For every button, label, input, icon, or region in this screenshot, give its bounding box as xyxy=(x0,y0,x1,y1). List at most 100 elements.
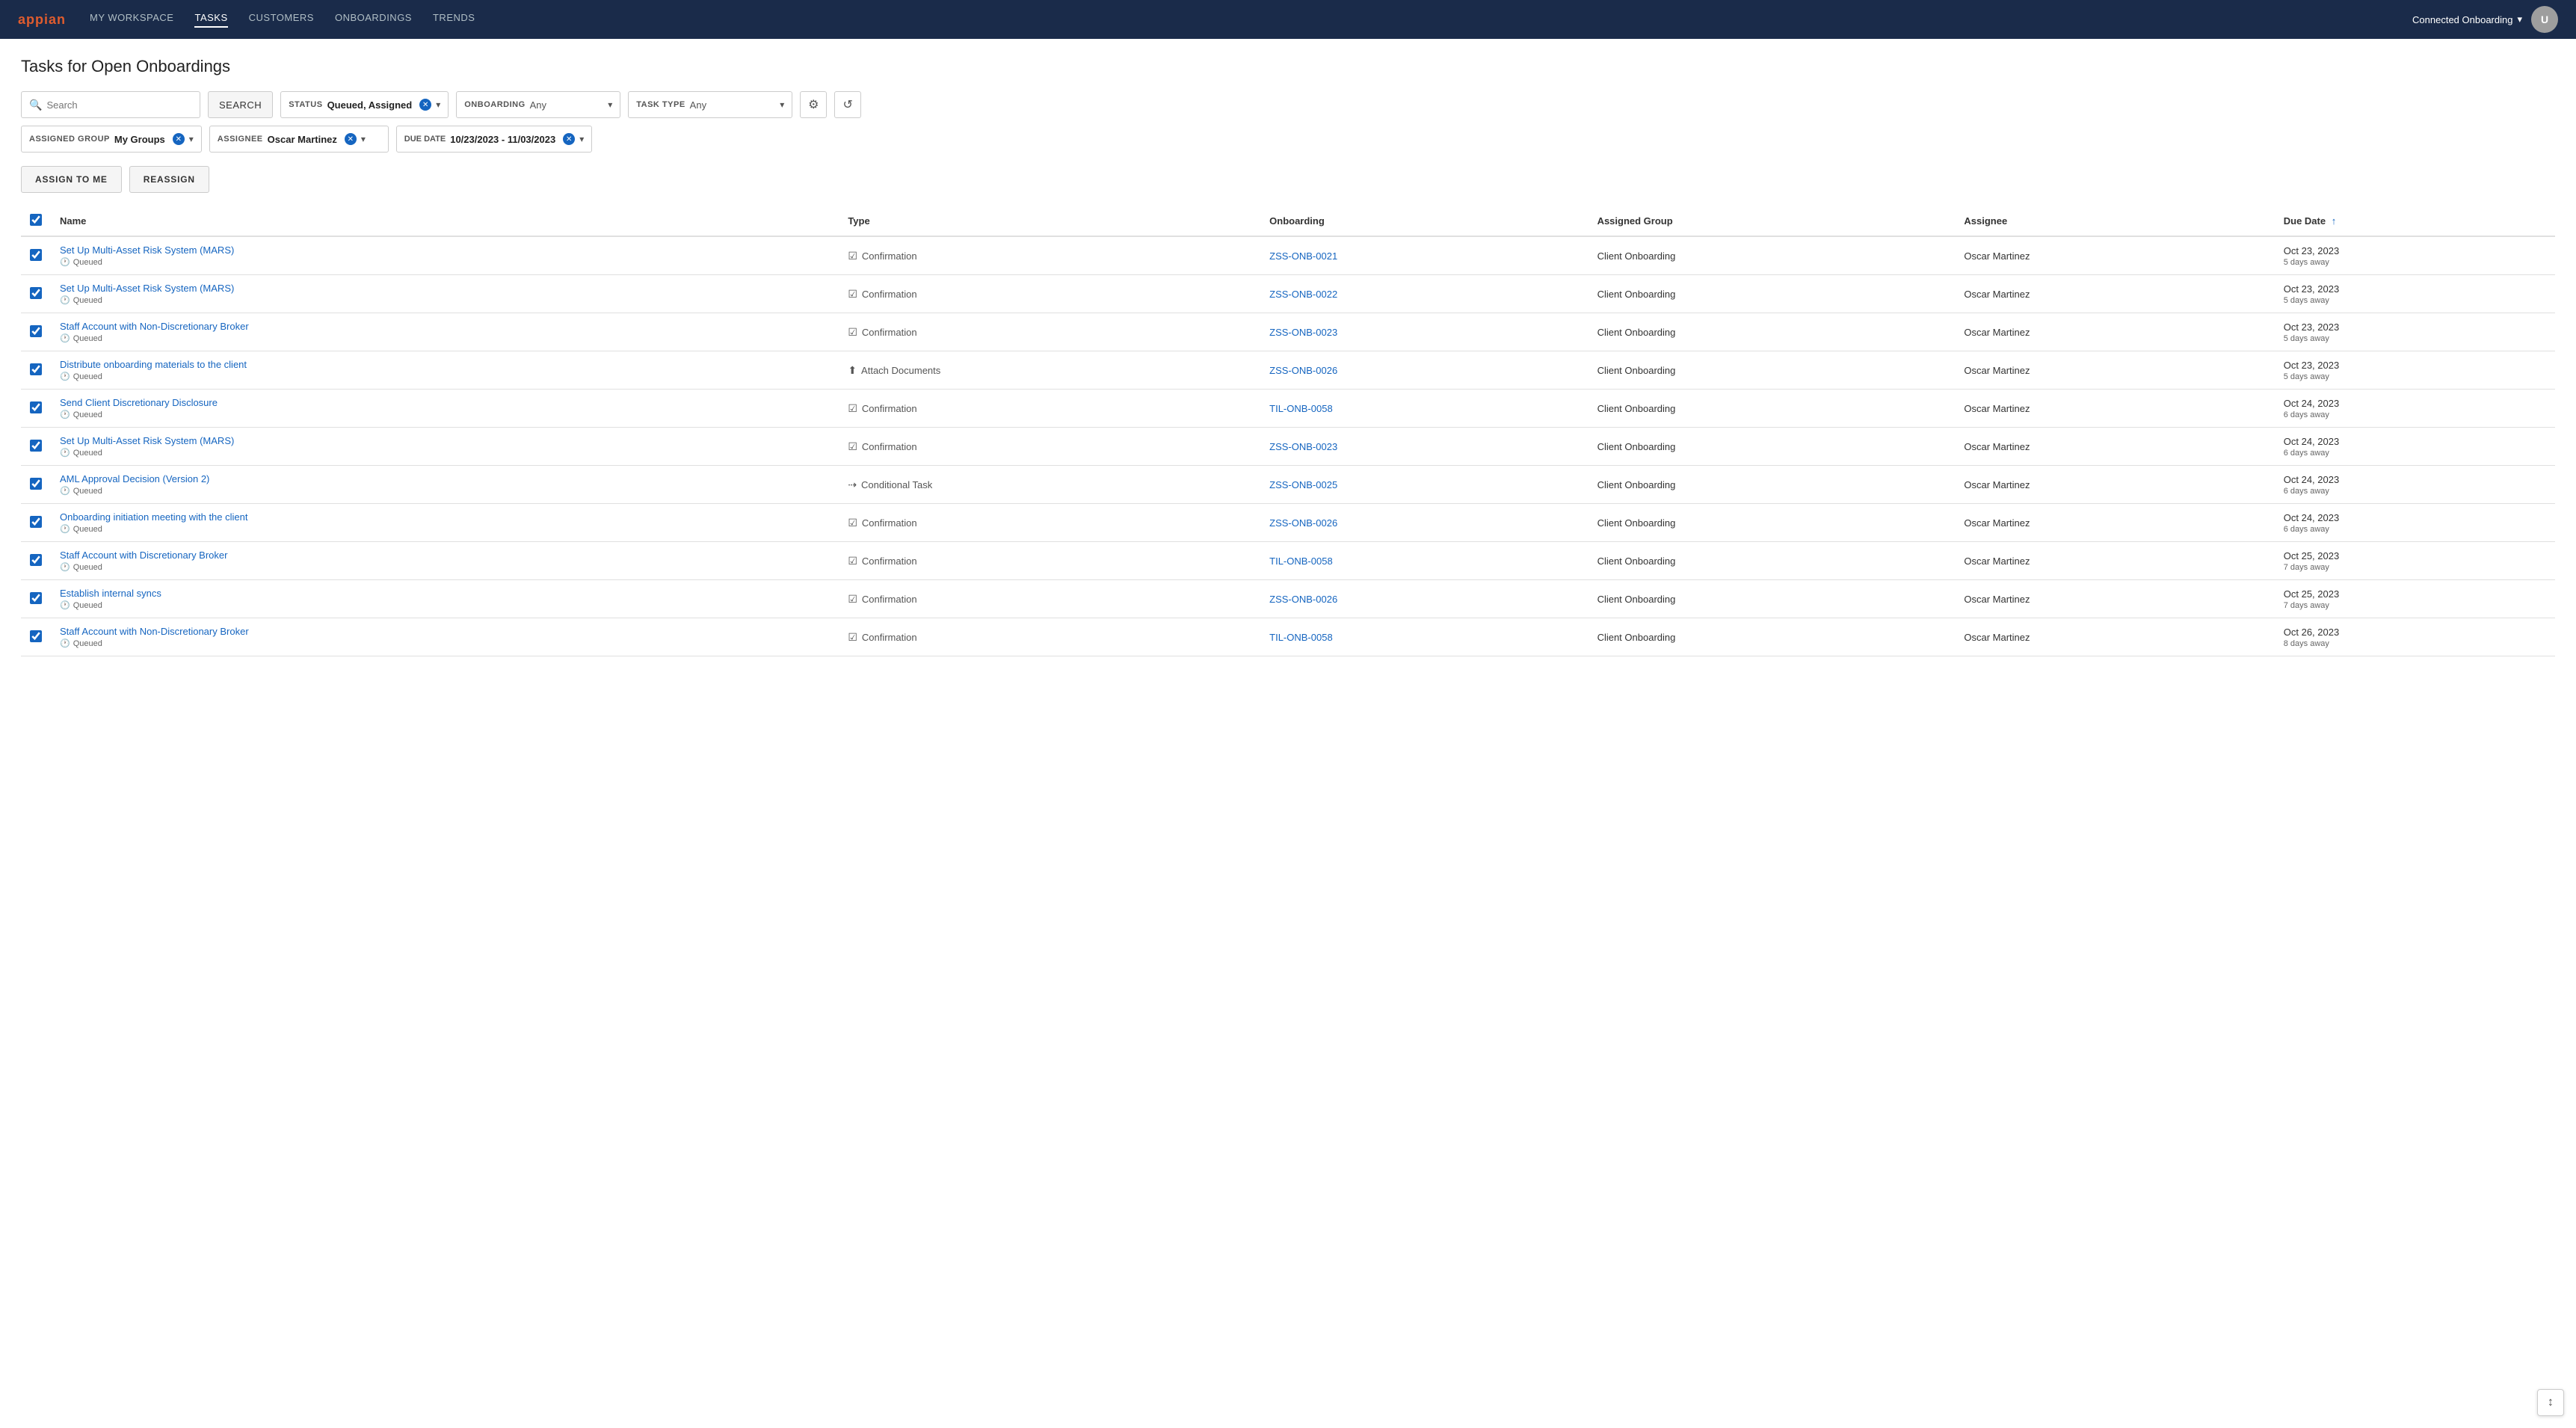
row-checkbox-cell[interactable] xyxy=(21,428,51,466)
assignee-filter[interactable]: ASSIGNEE Oscar Martinez ✕ ▾ xyxy=(209,126,389,153)
row-checkbox-cell[interactable] xyxy=(21,542,51,580)
refresh-icon-button[interactable]: ↺ xyxy=(834,91,861,118)
task-name-link[interactable]: Staff Account with Non-Discretionary Bro… xyxy=(60,321,249,332)
task-name-link[interactable]: Staff Account with Non-Discretionary Bro… xyxy=(60,626,249,637)
select-all-checkbox[interactable] xyxy=(30,214,42,226)
row-checkbox[interactable] xyxy=(30,630,42,642)
task-name-link[interactable]: AML Approval Decision (Version 2) xyxy=(60,473,209,484)
task-type-filter[interactable]: TASK TYPE Any ▾ xyxy=(628,91,792,118)
onboarding-link[interactable]: ZSS-ONB-0025 xyxy=(1269,479,1337,490)
assigned-group-clear[interactable]: ✕ xyxy=(173,133,185,145)
task-name-link[interactable]: Set Up Multi-Asset Risk System (MARS) xyxy=(60,244,234,256)
select-all-header[interactable] xyxy=(21,206,51,236)
row-checkbox-cell[interactable] xyxy=(21,351,51,390)
onboarding-link[interactable]: ZSS-ONB-0026 xyxy=(1269,517,1337,529)
task-name-link[interactable]: Distribute onboarding materials to the c… xyxy=(60,359,247,370)
row-checkbox-cell[interactable] xyxy=(21,618,51,656)
reassign-button[interactable]: REASSIGN xyxy=(129,166,209,193)
task-status-label: Queued xyxy=(73,372,102,381)
task-status: 🕐 Queued xyxy=(60,333,830,343)
search-input[interactable] xyxy=(46,99,181,111)
task-status-label: Queued xyxy=(73,639,102,648)
onboarding-link[interactable]: TIL-ONB-0058 xyxy=(1269,403,1333,414)
row-checkbox[interactable] xyxy=(30,287,42,299)
nav-link-my-workspace[interactable]: MY WORKSPACE xyxy=(90,12,173,28)
nav-link-onboardings[interactable]: ONBOARDINGS xyxy=(335,12,412,28)
row-assignee-cell: Oscar Martinez xyxy=(1955,618,2274,656)
due-date-sub: 6 days away xyxy=(2284,410,2546,419)
task-type-chevron-icon[interactable]: ▾ xyxy=(780,99,784,110)
row-checkbox[interactable] xyxy=(30,401,42,413)
due-date-main: Oct 26, 2023 xyxy=(2284,627,2546,638)
row-checkbox[interactable] xyxy=(30,592,42,604)
status-filter[interactable]: STATUS Queued, Assigned ✕ ▾ xyxy=(280,91,449,118)
clock-icon: 🕐 xyxy=(60,410,70,419)
row-checkbox[interactable] xyxy=(30,554,42,566)
onboarding-chevron-icon[interactable]: ▾ xyxy=(608,99,612,110)
row-assigned-group-cell: Client Onboarding xyxy=(1589,504,1956,542)
onboarding-link[interactable]: ZSS-ONB-0023 xyxy=(1269,327,1337,338)
table-body: Set Up Multi-Asset Risk System (MARS) 🕐 … xyxy=(21,236,2555,656)
onboarding-filter[interactable]: ONBOARDING Any ▾ xyxy=(456,91,620,118)
assign-to-me-button[interactable]: ASSIGN TO ME xyxy=(21,166,122,193)
onboarding-link[interactable]: ZSS-ONB-0026 xyxy=(1269,365,1337,376)
row-checkbox-cell[interactable] xyxy=(21,466,51,504)
task-name-link[interactable]: Establish internal syncs xyxy=(60,588,161,599)
row-name-cell: AML Approval Decision (Version 2) 🕐 Queu… xyxy=(51,466,839,504)
onboarding-link[interactable]: ZSS-ONB-0022 xyxy=(1269,289,1337,300)
nav-link-tasks[interactable]: TASKS xyxy=(194,12,227,28)
status-chevron-icon[interactable]: ▾ xyxy=(436,99,440,110)
row-checkbox[interactable] xyxy=(30,516,42,528)
assignee-chevron-icon[interactable]: ▾ xyxy=(361,134,366,144)
due-date-column-header[interactable]: Due Date ↑ xyxy=(2275,206,2555,236)
search-box[interactable]: 🔍 xyxy=(21,91,200,118)
onboarding-link[interactable]: ZSS-ONB-0023 xyxy=(1269,441,1337,452)
row-checkbox-cell[interactable] xyxy=(21,580,51,618)
filter-icon-button[interactable]: ⚙ xyxy=(800,91,827,118)
task-name-link[interactable]: Send Client Discretionary Disclosure xyxy=(60,397,218,408)
search-icon: 🔍 xyxy=(29,99,42,111)
status-filter-clear[interactable]: ✕ xyxy=(419,99,431,111)
status-filter-label: STATUS xyxy=(289,100,322,109)
row-assignee-cell: Oscar Martinez xyxy=(1955,275,2274,313)
due-date-sub: 6 days away xyxy=(2284,449,2546,458)
row-checkbox-cell[interactable] xyxy=(21,390,51,428)
task-name-link[interactable]: Set Up Multi-Asset Risk System (MARS) xyxy=(60,435,234,446)
row-checkbox[interactable] xyxy=(30,249,42,261)
onboarding-link[interactable]: TIL-ONB-0058 xyxy=(1269,632,1333,643)
due-date-chevron-icon[interactable]: ▾ xyxy=(579,134,584,144)
row-checkbox-cell[interactable] xyxy=(21,236,51,275)
assigned-group-filter[interactable]: ASSIGNED GROUP My Groups ✕ ▾ xyxy=(21,126,202,153)
nav-left: appian MY WORKSPACETASKSCUSTOMERSONBOARD… xyxy=(18,12,475,28)
row-checkbox-cell[interactable] xyxy=(21,504,51,542)
row-checkbox-cell[interactable] xyxy=(21,275,51,313)
task-name-link[interactable]: Set Up Multi-Asset Risk System (MARS) xyxy=(60,283,234,294)
row-checkbox[interactable] xyxy=(30,325,42,337)
due-date-clear[interactable]: ✕ xyxy=(563,133,575,145)
assigned-group-value: Client Onboarding xyxy=(1597,517,1676,529)
avatar[interactable]: U xyxy=(2531,6,2558,33)
row-checkbox[interactable] xyxy=(30,363,42,375)
onboarding-link[interactable]: ZSS-ONB-0026 xyxy=(1269,594,1337,605)
onboarding-link[interactable]: TIL-ONB-0058 xyxy=(1269,555,1333,567)
task-status: 🕐 Queued xyxy=(60,410,830,419)
nav-link-customers[interactable]: CUSTOMERS xyxy=(249,12,314,28)
onboarding-link[interactable]: ZSS-ONB-0021 xyxy=(1269,250,1337,262)
due-date-main: Oct 23, 2023 xyxy=(2284,283,2546,295)
row-checkbox-cell[interactable] xyxy=(21,313,51,351)
name-column-header[interactable]: Name xyxy=(51,206,839,236)
row-name-cell: Set Up Multi-Asset Risk System (MARS) 🕐 … xyxy=(51,236,839,275)
row-checkbox[interactable] xyxy=(30,478,42,490)
task-name-link[interactable]: Onboarding initiation meeting with the c… xyxy=(60,511,247,523)
search-button[interactable]: SEARCH xyxy=(208,91,273,118)
task-name-link[interactable]: Staff Account with Discretionary Broker xyxy=(60,550,227,561)
task-type-label: Conditional Task xyxy=(861,479,932,490)
due-date-filter[interactable]: DUE DATE 10/23/2023 - 11/03/2023 ✕ ▾ xyxy=(396,126,592,153)
scroll-button[interactable]: ↕ xyxy=(2537,1389,2564,1416)
assignee-clear[interactable]: ✕ xyxy=(345,133,357,145)
assigned-group-chevron-icon[interactable]: ▾ xyxy=(189,134,194,144)
row-checkbox[interactable] xyxy=(30,440,42,452)
nav-link-trends[interactable]: TRENDS xyxy=(433,12,475,28)
workspace-button[interactable]: Connected Onboarding ▾ xyxy=(2412,13,2522,25)
due-date-label: DUE DATE xyxy=(404,135,446,144)
